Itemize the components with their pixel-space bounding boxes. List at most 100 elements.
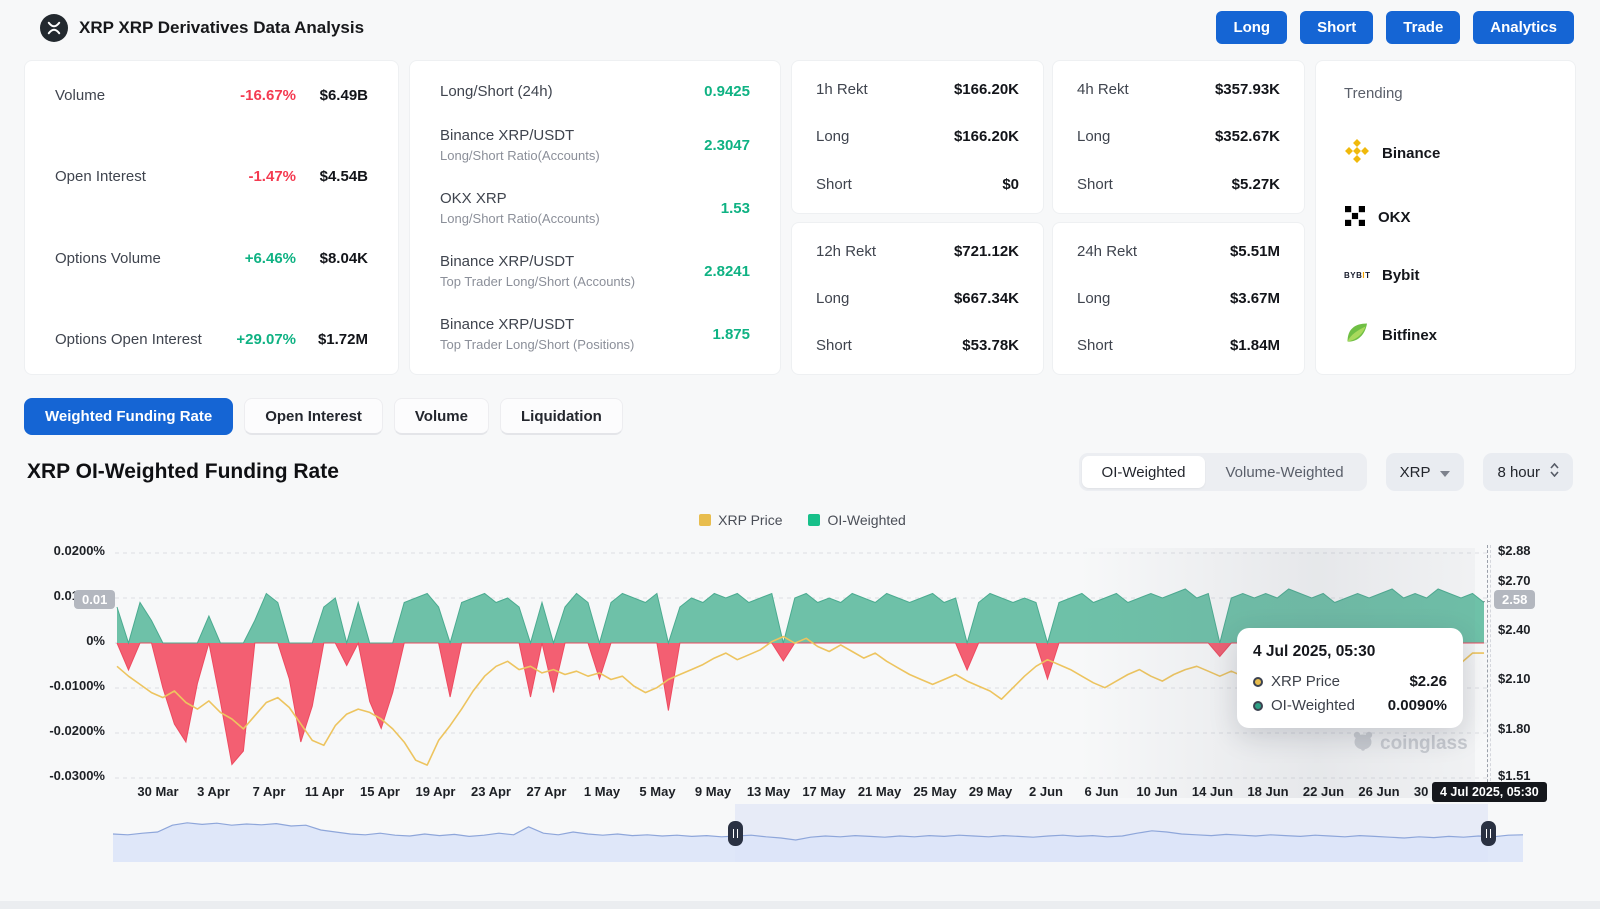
rekt-card-4h: 4h Rekt $357.93K Long $352.67K Short $5.27K — [1052, 60, 1305, 214]
chart-tooltip: 4 Jul 2025, 05:30 XRP Price $2.26 OI-Weig… — [1237, 628, 1463, 728]
stat-value: $1.72M — [317, 330, 368, 348]
tab-weighted-funding-rate[interactable]: Weighted Funding Rate — [24, 398, 234, 435]
interval-select-value: 8 hour — [1497, 463, 1540, 481]
rekt-short-row: Short $53.78K — [816, 337, 1019, 354]
ls-row: Long/Short (24h) 0.9425 — [440, 83, 750, 100]
interval-select[interactable]: 8 hour — [1483, 453, 1573, 491]
tab-liquidation[interactable]: Liquidation — [499, 398, 623, 435]
rekt-total: $5.51M — [1229, 242, 1280, 260]
trending-item-binance[interactable]: Binance — [1344, 138, 1547, 168]
coin-select[interactable]: XRP — [1385, 453, 1465, 491]
weighting-segmented-control: OI-Weighted Volume-Weighted — [1078, 453, 1367, 491]
binance-icon — [1344, 138, 1370, 168]
coinglass-watermark: coinglass — [1352, 731, 1468, 757]
x-axis-label: 3 Apr — [197, 784, 230, 799]
rekt-cards-grid: 1h Rekt $166.20K Long $166.20K Short $0 4h … — [791, 60, 1305, 375]
rekt-long-row: Long $166.20K — [816, 128, 1019, 145]
navigator-left-handle[interactable] — [728, 821, 743, 846]
rekt-short-row: Short $1.84M — [1077, 337, 1280, 354]
ls-value: 1.875 — [712, 325, 750, 343]
tooltip-label: OI-Weighted — [1271, 697, 1355, 714]
rekt-short-value: $53.78K — [962, 337, 1019, 354]
stat-change: +6.46% — [244, 249, 296, 267]
header-actions: Long Short Trade Analytics — [1216, 11, 1574, 44]
chart-navigator[interactable] — [113, 804, 1523, 862]
legend-label: XRP Price — [718, 512, 783, 528]
right-axis-line — [1490, 545, 1491, 781]
long-short-card: Long/Short (24h) 0.9425 Binance XRP/USDT L… — [409, 60, 781, 375]
rekt-long-row: Long $667.34K — [816, 290, 1019, 307]
long-button[interactable]: Long — [1216, 11, 1288, 44]
x-axis-label: 25 May — [913, 784, 957, 799]
x-axis-label: 14 Jun — [1191, 784, 1234, 799]
y-axis-tick: 0% — [86, 633, 105, 648]
rekt-card-1h: 1h Rekt $166.20K Long $166.20K Short $0 — [791, 60, 1044, 214]
chart-controls: OI-Weighted Volume-Weighted XRP 8 hour — [1078, 453, 1573, 491]
ls-label: Binance XRP/USDT Long/Short Ratio(Account… — [440, 127, 704, 163]
ls-value: 2.8241 — [704, 262, 750, 280]
stat-row-volume: Volume -16.67% $6.49B — [55, 87, 368, 104]
y-axis-tick: -0.0200% — [49, 723, 105, 738]
trending-card: Trending Binance OKX BYBIT Bybit Bitfine… — [1315, 60, 1576, 375]
x-axis-label: 13 May — [746, 784, 791, 799]
tooltip-row-price: XRP Price $2.26 — [1253, 673, 1447, 690]
x-axis-label: 6 Jun — [1084, 784, 1119, 799]
trending-item-bybit[interactable]: BYBIT Bybit — [1344, 267, 1547, 284]
tab-open-interest[interactable]: Open Interest — [244, 398, 383, 435]
trending-item-label: OKX — [1378, 209, 1411, 226]
stat-change: -1.47% — [248, 168, 296, 186]
tooltip-label: XRP Price — [1271, 673, 1340, 690]
x-axis-label: 23 Apr — [471, 784, 511, 799]
coin-select-value: XRP — [1399, 463, 1431, 481]
stat-value: $8.04K — [319, 249, 368, 267]
crosshair-line — [1487, 545, 1488, 802]
volume-weighted-option[interactable]: Volume-Weighted — [1205, 456, 1363, 488]
ls-sublabel: Top Trader Long/Short (Positions) — [440, 337, 635, 352]
ls-row: OKX XRP Long/Short Ratio(Accounts) 1.53 — [440, 190, 750, 226]
chart-tabs: Weighted Funding Rate Open Interest Volu… — [24, 398, 1576, 435]
bitfinex-icon — [1344, 320, 1370, 350]
stat-label: Volume — [55, 87, 106, 104]
rekt-short-label: Short — [816, 337, 852, 354]
navigator-right-handle[interactable] — [1481, 821, 1496, 846]
oi-weighted-option[interactable]: OI-Weighted — [1081, 456, 1206, 488]
rekt-card-12h: 12h Rekt $721.12K Long $667.34K Short $53.7… — [791, 221, 1044, 375]
short-button[interactable]: Short — [1300, 11, 1374, 44]
x-axis-label: 21 May — [857, 784, 902, 799]
rekt-short-row: Short $5.27K — [1077, 176, 1280, 193]
oi-dot-icon — [1253, 700, 1263, 711]
ls-row: Binance XRP/USDT Top Trader Long/Short (P… — [440, 316, 750, 352]
tab-volume[interactable]: Volume — [393, 398, 489, 435]
rekt-long-value: $352.67K — [1214, 128, 1280, 146]
legend-xrp-price[interactable]: XRP Price — [699, 512, 782, 528]
x-axis-label: 22 Jun — [1302, 784, 1345, 799]
price-dot-icon — [1253, 676, 1263, 687]
ls-row: Binance XRP/USDT Long/Short Ratio(Account… — [440, 127, 750, 163]
rekt-total-row: 12h Rekt $721.12K — [816, 243, 1019, 260]
trending-item-label: Bybit — [1382, 266, 1420, 284]
analytics-button[interactable]: Analytics — [1473, 11, 1574, 44]
rekt-long-row: Long $3.67M — [1077, 290, 1280, 307]
rekt-total-row: 24h Rekt $5.51M — [1077, 243, 1280, 260]
trending-item-bitfinex[interactable]: Bitfinex — [1344, 320, 1547, 350]
rekt-short-value: $5.27K — [1231, 175, 1280, 193]
legend-oi-weighted[interactable]: OI-Weighted — [808, 512, 906, 528]
y-axis-tick: $2.70 — [1498, 573, 1531, 588]
rekt-title: 4h Rekt — [1077, 81, 1129, 98]
chart-header: XRP OI-Weighted Funding Rate OI-Weighted… — [27, 452, 1573, 492]
tooltip-value: $2.26 — [1409, 673, 1447, 690]
legend-swatch-price — [699, 514, 712, 526]
x-axis-label: 2 Jun — [1029, 784, 1063, 799]
rekt-short-row: Short $0 — [816, 176, 1019, 193]
stat-change: +29.07% — [236, 330, 296, 348]
rekt-long-label: Long — [816, 289, 850, 307]
tooltip-value: 0.0090% — [1387, 697, 1447, 714]
page: XRP XRP Derivatives Data Analysis Long S… — [0, 0, 1600, 909]
stat-row-open-interest: Open Interest -1.47% $4.54B — [55, 168, 368, 185]
trending-item-okx[interactable]: OKX — [1344, 205, 1547, 231]
rekt-short-label: Short — [816, 175, 852, 193]
trade-button[interactable]: Trade — [1386, 11, 1461, 44]
page-title: XRP XRP Derivatives Data Analysis — [79, 17, 365, 37]
x-axis-label: 5 May — [639, 784, 676, 799]
x-axis-label: 15 Apr — [360, 784, 400, 799]
